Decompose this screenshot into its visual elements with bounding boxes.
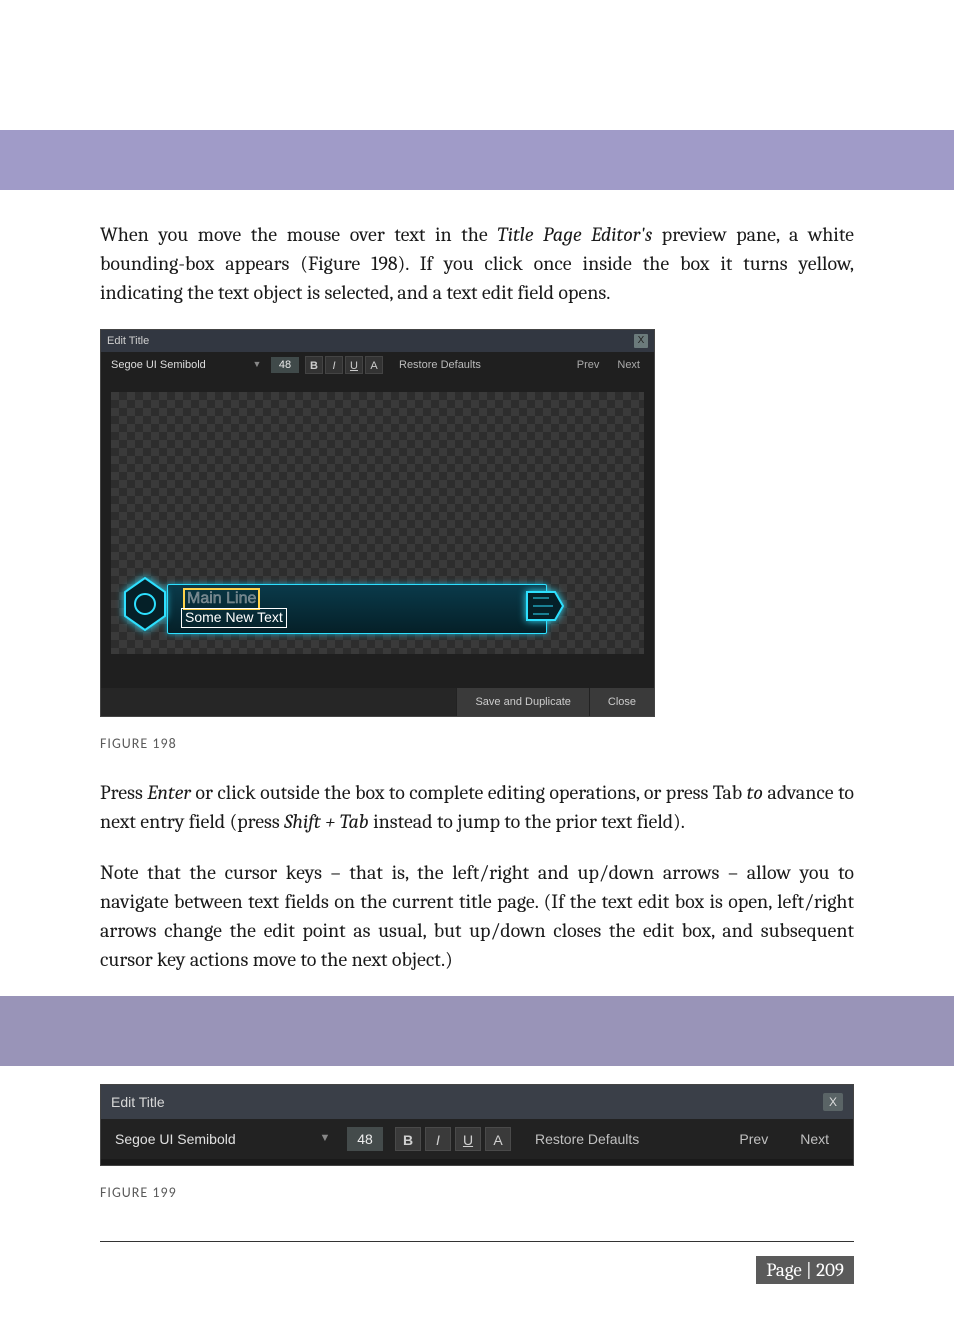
prev-button[interactable]: Prev bbox=[569, 357, 608, 373]
text: When you move the mouse over text in the bbox=[100, 223, 497, 246]
text-color-button[interactable]: A bbox=[485, 1127, 511, 1151]
italic-button[interactable]: I bbox=[425, 1127, 451, 1151]
close-icon[interactable]: X bbox=[634, 334, 648, 348]
prev-button[interactable]: Prev bbox=[725, 1127, 782, 1151]
paragraph: Note that the cursor keys – that is, the… bbox=[100, 858, 854, 974]
window-titlebar: Edit Title X bbox=[101, 330, 654, 352]
dropdown-icon[interactable]: ▼ bbox=[249, 357, 265, 373]
window-title: Edit Title bbox=[111, 1094, 165, 1110]
page-number-badge: Page | 209 bbox=[756, 1256, 854, 1284]
paragraph: Press Enter or click outside the box to … bbox=[100, 778, 854, 836]
figure-caption: FIGURE 198 bbox=[0, 735, 954, 752]
underline-button[interactable]: U bbox=[455, 1127, 481, 1151]
close-icon[interactable]: X bbox=[823, 1093, 843, 1111]
body-text-block: Press Enter or click outside the box to … bbox=[0, 778, 954, 974]
bold-button[interactable]: B bbox=[305, 356, 323, 374]
lower-third-emblem-icon bbox=[117, 574, 173, 634]
font-family-field[interactable]: Segoe UI Semibold bbox=[107, 357, 247, 373]
lower-third-endcap-icon bbox=[525, 586, 565, 626]
text: instead to jump to the prior text field)… bbox=[369, 810, 685, 833]
restore-defaults-button[interactable]: Restore Defaults bbox=[393, 357, 487, 373]
format-toolbar: Segoe UI Semibold ▼ 48 B I U A Restore D… bbox=[101, 1119, 853, 1159]
preview-canvas[interactable]: Main Line Some New Text bbox=[101, 378, 654, 668]
text-italic: Title Page Editor's bbox=[497, 223, 652, 246]
underline-button[interactable]: U bbox=[345, 356, 363, 374]
dialog-footer: Save and Duplicate Close bbox=[101, 688, 654, 716]
text-color-button[interactable]: A bbox=[365, 356, 383, 374]
bold-button[interactable]: B bbox=[395, 1127, 421, 1151]
save-and-duplicate-button[interactable]: Save and Duplicate bbox=[456, 688, 588, 716]
text: Press bbox=[100, 781, 147, 804]
paragraph: When you move the mouse over text in the… bbox=[100, 220, 854, 307]
figure-199-screenshot: Edit Title X Segoe UI Semibold ▼ 48 B I … bbox=[100, 1084, 854, 1166]
page-footer: Page | 209 bbox=[0, 1256, 954, 1284]
section-banner bbox=[0, 130, 954, 190]
next-button[interactable]: Next bbox=[609, 357, 648, 373]
italic-button[interactable]: I bbox=[325, 356, 343, 374]
spacer bbox=[101, 1159, 853, 1165]
title-text-selected[interactable]: Main Line bbox=[183, 588, 260, 610]
restore-defaults-button[interactable]: Restore Defaults bbox=[527, 1127, 647, 1151]
spacer bbox=[101, 668, 654, 688]
next-button[interactable]: Next bbox=[786, 1127, 843, 1151]
font-size-field[interactable]: 48 bbox=[347, 1127, 383, 1151]
dropdown-icon[interactable]: ▼ bbox=[315, 1129, 335, 1149]
text-italic: Enter bbox=[147, 781, 191, 804]
document-page: When you move the mouse over text in the… bbox=[0, 130, 954, 1324]
text-italic: to bbox=[747, 781, 763, 804]
figure-caption: FIGURE 199 bbox=[0, 1184, 954, 1201]
window-titlebar: Edit Title X bbox=[101, 1085, 853, 1119]
section-banner bbox=[0, 996, 954, 1066]
format-toolbar: Segoe UI Semibold ▼ 48 B I U A Restore D… bbox=[101, 352, 654, 378]
text-italic: Shift + Tab bbox=[284, 810, 369, 833]
close-button[interactable]: Close bbox=[589, 688, 654, 716]
window-title: Edit Title bbox=[107, 335, 149, 347]
text: or click outside the box to complete edi… bbox=[191, 781, 747, 804]
footer-rule bbox=[100, 1241, 854, 1242]
figure-199-block: Edit Title X Segoe UI Semibold ▼ 48 B I … bbox=[0, 996, 954, 1166]
lower-third-graphic: Main Line Some New Text bbox=[117, 574, 547, 634]
font-size-field[interactable]: 48 bbox=[271, 357, 299, 373]
font-family-field[interactable]: Segoe UI Semibold bbox=[111, 1129, 311, 1149]
body-text-block: When you move the mouse over text in the… bbox=[0, 220, 954, 307]
page-label: Page | bbox=[766, 1259, 816, 1281]
figure-198-screenshot: Edit Title X Segoe UI Semibold ▼ 48 B I … bbox=[100, 329, 655, 717]
text: Note that the cursor keys – that is, the… bbox=[100, 861, 854, 971]
page-number: 209 bbox=[816, 1259, 844, 1281]
title-text-editing[interactable]: Some New Text bbox=[181, 608, 287, 628]
